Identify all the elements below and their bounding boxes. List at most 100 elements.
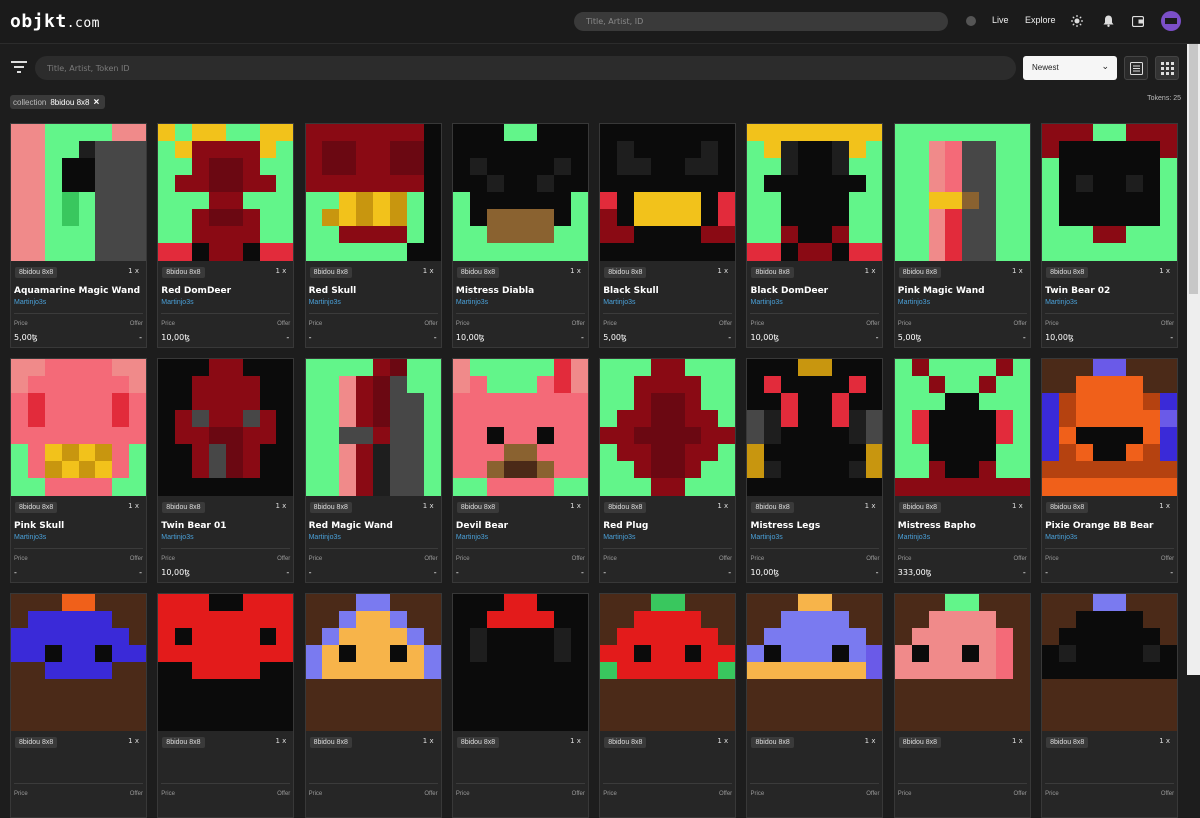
collection-badge[interactable]: 8bidou 8x8 xyxy=(456,267,500,278)
collection-badge[interactable]: 8bidou 8x8 xyxy=(456,502,500,513)
token-card[interactable]: 8bidou 8x8 1 x Twin Bear 01 Martinjo3s Price… xyxy=(157,358,295,583)
artist-link[interactable]: Martinjo3s xyxy=(309,534,341,541)
bell-icon[interactable] xyxy=(1100,13,1116,29)
token-thumbnail[interactable] xyxy=(600,124,736,261)
token-card[interactable]: 8bidou 8x8 1 x Price Offer xyxy=(451,593,589,818)
token-card[interactable]: 8bidou 8x8 1 x Devil Bear Martinjo3s Price Of… xyxy=(451,358,589,583)
token-card[interactable]: 8bidou 8x8 1 x Black DomDeer Martinjo3s Pric… xyxy=(746,123,884,348)
collection-badge[interactable]: 8bidou 8x8 xyxy=(456,737,500,748)
token-name[interactable]: Mistress Legs xyxy=(750,521,820,531)
artist-link[interactable]: Martinjo3s xyxy=(161,299,193,306)
collection-badge[interactable]: 8bidou 8x8 xyxy=(162,737,205,748)
token-thumbnail[interactable] xyxy=(894,594,1030,731)
token-card[interactable]: 8bidou 8x8 1 x Twin Bear 02 Martinjo3s Price… xyxy=(1041,123,1179,348)
token-name[interactable]: Red DomDeer xyxy=(161,286,231,296)
token-thumbnail[interactable] xyxy=(158,594,294,731)
token-name[interactable]: Mistress Bapho xyxy=(898,521,976,531)
collection-badge[interactable]: 8bidou 8x8 xyxy=(1046,267,1089,278)
token-name[interactable]: Pixie Orange BB Bear xyxy=(1045,521,1153,531)
collection-badge[interactable]: 8bidou 8x8 xyxy=(309,502,352,513)
token-name[interactable]: Aquamarine Magic Wand xyxy=(14,286,140,296)
token-name[interactable]: Twin Bear 02 xyxy=(1045,286,1110,296)
token-card[interactable]: 8bidou 8x8 1 x Price Offer xyxy=(157,593,295,818)
token-thumbnail[interactable] xyxy=(1042,594,1178,731)
artist-link[interactable]: Martinjo3s xyxy=(898,299,930,306)
token-name[interactable]: Black DomDeer xyxy=(750,286,828,296)
token-card[interactable]: 8bidou 8x8 1 x Pink Magic Wand Martinjo3s Pr… xyxy=(893,123,1031,348)
collection-badge[interactable]: 8bidou 8x8 xyxy=(604,737,647,748)
collection-badge[interactable]: 8bidou 8x8 xyxy=(1046,502,1089,513)
token-name[interactable]: Red Magic Wand xyxy=(309,521,393,531)
wallet-icon[interactable] xyxy=(1130,13,1146,29)
list-view-button[interactable] xyxy=(1124,56,1148,80)
artist-link[interactable]: Martinjo3s xyxy=(456,299,488,306)
token-thumbnail[interactable] xyxy=(305,594,441,731)
sort-select[interactable]: Newest ⌄ xyxy=(1023,56,1117,80)
token-thumbnail[interactable] xyxy=(305,124,441,261)
token-thumbnail[interactable] xyxy=(11,124,146,261)
token-name[interactable]: Devil Bear xyxy=(456,521,508,531)
token-card[interactable]: 8bidou 8x8 1 x Black Skull Martinjo3s Price O… xyxy=(599,123,737,348)
token-name[interactable]: Red Skull xyxy=(309,286,357,296)
artist-link[interactable]: Martinjo3s xyxy=(456,534,488,541)
collection-badge[interactable]: 8bidou 8x8 xyxy=(898,267,942,278)
token-card[interactable]: 8bidou 8x8 1 x Red Plug Martinjo3s Price Offe… xyxy=(599,358,737,583)
token-search-input[interactable] xyxy=(35,56,1016,80)
filter-toggle-button[interactable] xyxy=(11,60,27,74)
collection-badge[interactable]: 8bidou 8x8 xyxy=(15,267,58,278)
token-card[interactable]: 8bidou 8x8 1 x Price Offer xyxy=(746,593,884,818)
global-search-input[interactable] xyxy=(574,12,948,31)
token-thumbnail[interactable] xyxy=(305,359,441,496)
token-thumbnail[interactable] xyxy=(600,359,736,496)
scrollbar-thumb[interactable] xyxy=(1189,44,1198,294)
sun-icon[interactable] xyxy=(1069,13,1085,29)
artist-link[interactable]: Martinjo3s xyxy=(161,534,193,541)
token-thumbnail[interactable] xyxy=(894,359,1030,496)
artist-link[interactable]: Martinjo3s xyxy=(750,299,782,306)
token-thumbnail[interactable] xyxy=(452,594,588,731)
token-thumbnail[interactable] xyxy=(158,124,294,261)
token-card[interactable]: 8bidou 8x8 1 x Pixie Orange BB Bear Martinj… xyxy=(1041,358,1179,583)
token-thumbnail[interactable] xyxy=(11,594,146,731)
artist-link[interactable]: Martinjo3s xyxy=(309,299,341,306)
token-name[interactable]: Red Plug xyxy=(603,521,648,531)
artist-link[interactable]: Martinjo3s xyxy=(898,534,930,541)
token-thumbnail[interactable] xyxy=(158,359,294,496)
artist-link[interactable]: Martinjo3s xyxy=(1045,299,1077,306)
collection-badge[interactable]: 8bidou 8x8 xyxy=(898,737,942,748)
token-card[interactable]: 8bidou 8x8 1 x Price Offer xyxy=(10,593,147,818)
token-name[interactable]: Twin Bear 01 xyxy=(161,521,226,531)
token-card[interactable]: 8bidou 8x8 1 x Mistress Bapho Martinjo3s Pri… xyxy=(893,358,1031,583)
collection-badge[interactable]: 8bidou 8x8 xyxy=(162,502,205,513)
collection-badge[interactable]: 8bidou 8x8 xyxy=(604,502,647,513)
collection-badge[interactable]: 8bidou 8x8 xyxy=(751,737,794,748)
token-card[interactable]: 8bidou 8x8 1 x Price Offer xyxy=(1041,593,1179,818)
token-card[interactable]: 8bidou 8x8 1 x Red Skull Martinjo3s Price Off… xyxy=(304,123,442,348)
close-icon[interactable]: × xyxy=(94,97,100,108)
token-card[interactable]: 8bidou 8x8 1 x Aquamarine Magic Wand Martin… xyxy=(10,123,147,348)
token-card[interactable]: 8bidou 8x8 1 x Red Magic Wand Martinjo3s Pri… xyxy=(304,358,442,583)
token-card[interactable]: 8bidou 8x8 1 x Pink Skull Martinjo3s Price Of… xyxy=(10,358,147,583)
token-thumbnail[interactable] xyxy=(11,359,146,496)
token-thumbnail[interactable] xyxy=(452,124,588,261)
artist-link[interactable]: Martinjo3s xyxy=(750,534,782,541)
token-name[interactable]: Black Skull xyxy=(603,286,659,296)
artist-link[interactable]: Martinjo3s xyxy=(603,299,635,306)
artist-link[interactable]: Martinjo3s xyxy=(14,534,46,541)
collection-badge[interactable]: 8bidou 8x8 xyxy=(15,737,58,748)
token-name[interactable]: Pink Magic Wand xyxy=(898,286,985,296)
token-card[interactable]: 8bidou 8x8 1 x Price Offer xyxy=(304,593,442,818)
token-card[interactable]: 8bidou 8x8 1 x Price Offer xyxy=(599,593,737,818)
token-thumbnail[interactable] xyxy=(747,594,883,731)
collection-badge[interactable]: 8bidou 8x8 xyxy=(751,267,794,278)
token-card[interactable]: 8bidou 8x8 1 x Mistress Legs Martinjo3s Pric… xyxy=(746,358,884,583)
token-thumbnail[interactable] xyxy=(1042,359,1178,496)
artist-link[interactable]: Martinjo3s xyxy=(603,534,635,541)
token-name[interactable]: Mistress Diabla xyxy=(456,286,534,296)
token-thumbnail[interactable] xyxy=(452,359,588,496)
collection-badge[interactable]: 8bidou 8x8 xyxy=(309,267,352,278)
token-thumbnail[interactable] xyxy=(747,359,883,496)
artist-link[interactable]: Martinjo3s xyxy=(1045,534,1077,541)
collection-badge[interactable]: 8bidou 8x8 xyxy=(309,737,352,748)
user-avatar[interactable] xyxy=(1161,11,1181,31)
